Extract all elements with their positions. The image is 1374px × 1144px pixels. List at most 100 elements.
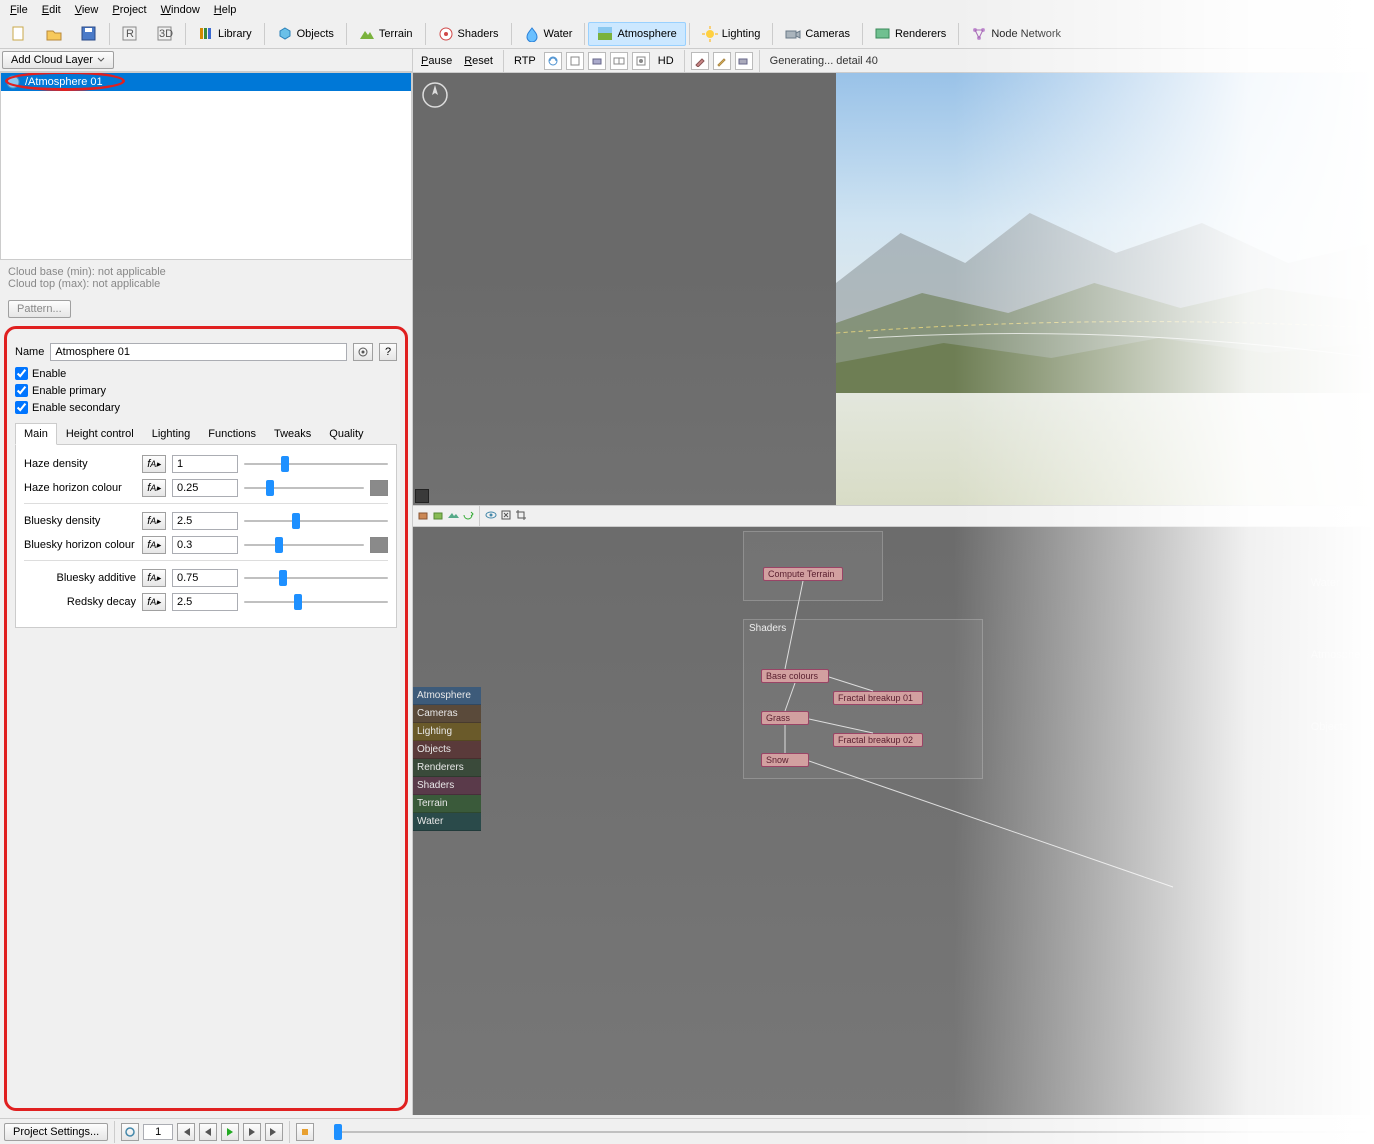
param-input[interactable] — [172, 455, 238, 473]
enable-secondary-checkbox[interactable] — [15, 401, 28, 414]
pattern-button[interactable]: Pattern... — [8, 300, 71, 318]
gear-button[interactable] — [353, 343, 373, 361]
tab-quality[interactable]: Quality — [320, 423, 372, 445]
open-icon[interactable] — [37, 22, 71, 46]
name-field[interactable] — [50, 343, 347, 361]
node-compute-terrain[interactable]: Compute Terrain — [763, 567, 843, 581]
tool-brush[interactable] — [691, 52, 709, 70]
param-slider[interactable] — [244, 479, 364, 497]
tab-main[interactable]: Main — [15, 423, 57, 445]
enable-checkbox[interactable] — [15, 367, 28, 380]
param-input[interactable] — [172, 593, 238, 611]
histogram-icon[interactable] — [415, 489, 429, 503]
param-slider[interactable] — [244, 593, 388, 611]
timeline-key[interactable] — [296, 1123, 314, 1141]
stack-item[interactable]: Cameras — [413, 705, 481, 723]
node-grass[interactable]: Grass — [761, 711, 809, 725]
menu-view[interactable]: View — [69, 2, 105, 18]
menu-help[interactable]: Help — [208, 2, 243, 18]
stack-item[interactable]: Shaders — [413, 777, 481, 795]
tab-tweaks[interactable]: Tweaks — [265, 423, 320, 445]
nt-expand[interactable] — [500, 509, 512, 524]
3d-icon[interactable]: 3D — [148, 22, 182, 46]
add-cloud-layer-button[interactable]: Add Cloud Layer — [2, 51, 114, 69]
bucket-terrain[interactable]: Terrain — [350, 22, 422, 46]
stack-item[interactable]: Atmosphere — [413, 687, 481, 705]
timeline-slider[interactable] — [334, 1123, 1370, 1141]
viewport-3d[interactable] — [413, 73, 1374, 505]
bucket-renderers[interactable]: Renderers — [866, 22, 955, 46]
param-input[interactable] — [172, 536, 238, 554]
tab-lighting[interactable]: Lighting — [143, 423, 200, 445]
save-icon[interactable] — [72, 22, 106, 46]
bucket-water[interactable]: Water — [515, 22, 582, 46]
nt-2[interactable] — [432, 509, 444, 524]
stack-item[interactable]: Terrain — [413, 795, 481, 813]
pause-button[interactable]: Pause — [417, 53, 456, 69]
rtp-opt2[interactable] — [566, 52, 584, 70]
timeline-play[interactable] — [221, 1123, 239, 1141]
nt-crop[interactable] — [515, 509, 527, 524]
menu-project[interactable]: Project — [106, 2, 152, 18]
menu-window[interactable]: Window — [155, 2, 206, 18]
param-slider[interactable] — [244, 569, 388, 587]
node-network-view[interactable]: AtmosphereCamerasLightingObjectsRenderer… — [413, 527, 1374, 1115]
node-snow[interactable]: Snow — [761, 753, 809, 767]
bucket-cameras[interactable]: Cameras — [776, 22, 859, 46]
timeline-last[interactable] — [265, 1123, 283, 1141]
timeline-prev[interactable] — [199, 1123, 217, 1141]
node-fractal-breakup-1[interactable]: Fractal breakup 01 — [833, 691, 923, 705]
tab-height-control[interactable]: Height control — [57, 423, 143, 445]
stack-item[interactable]: Lighting — [413, 723, 481, 741]
tab-functions[interactable]: Functions — [199, 423, 265, 445]
hd-button[interactable]: HD — [654, 53, 678, 69]
new-icon[interactable] — [2, 22, 36, 46]
menu-file[interactable]: File — [4, 2, 34, 18]
ramp-button[interactable]: fA▸ — [142, 593, 166, 611]
rtp-opt4[interactable] — [610, 52, 628, 70]
outline-list[interactable]: /Atmosphere 01 — [0, 72, 412, 260]
nt-eye[interactable] — [485, 509, 497, 524]
stack-item[interactable]: Objects — [413, 741, 481, 759]
r-icon[interactable]: R — [113, 22, 147, 46]
ramp-button[interactable]: fA▸ — [142, 455, 166, 473]
nt-1[interactable] — [417, 509, 429, 524]
outline-item-atmosphere[interactable]: /Atmosphere 01 — [1, 73, 411, 91]
param-input[interactable] — [172, 479, 238, 497]
tool-camera[interactable] — [735, 52, 753, 70]
timeline-first[interactable] — [177, 1123, 195, 1141]
help-button[interactable]: ? — [379, 343, 397, 361]
rtp-opt5[interactable] — [632, 52, 650, 70]
color-swatch[interactable] — [370, 537, 388, 553]
timeline-next[interactable] — [243, 1123, 261, 1141]
nt-4[interactable] — [462, 509, 474, 524]
param-slider[interactable] — [244, 455, 388, 473]
timeline-loop-icon[interactable] — [121, 1123, 139, 1141]
tool-pencil[interactable] — [713, 52, 731, 70]
bucket-lighting[interactable]: Lighting — [693, 22, 770, 46]
stack-item[interactable]: Renderers — [413, 759, 481, 777]
reset-button[interactable]: Reset — [460, 53, 497, 69]
ramp-button[interactable]: fA▸ — [142, 569, 166, 587]
project-settings-button[interactable]: Project Settings... — [4, 1123, 108, 1141]
stack-item[interactable]: Water — [413, 813, 481, 831]
param-input[interactable] — [172, 512, 238, 530]
rtp-opt1[interactable] — [544, 52, 562, 70]
node-fractal-breakup-2[interactable]: Fractal breakup 02 — [833, 733, 923, 747]
frame-field[interactable] — [143, 1124, 173, 1140]
rtp-opt3[interactable] — [588, 52, 606, 70]
rtp-button[interactable]: RTP — [510, 53, 540, 69]
menu-edit[interactable]: Edit — [36, 2, 67, 18]
ramp-button[interactable]: fA▸ — [142, 536, 166, 554]
bucket-shaders[interactable]: Shaders — [429, 22, 508, 46]
ramp-button[interactable]: fA▸ — [142, 512, 166, 530]
bucket-objects[interactable]: Objects — [268, 22, 343, 46]
bucket-atmosphere[interactable]: Atmosphere — [588, 22, 685, 46]
bucket-node-network[interactable]: Node Network — [962, 22, 1070, 46]
nt-3[interactable] — [447, 509, 459, 524]
color-swatch[interactable] — [370, 480, 388, 496]
param-input[interactable] — [172, 569, 238, 587]
bucket-library[interactable]: Library — [189, 22, 261, 46]
enable-primary-checkbox[interactable] — [15, 384, 28, 397]
param-slider[interactable] — [244, 512, 388, 530]
